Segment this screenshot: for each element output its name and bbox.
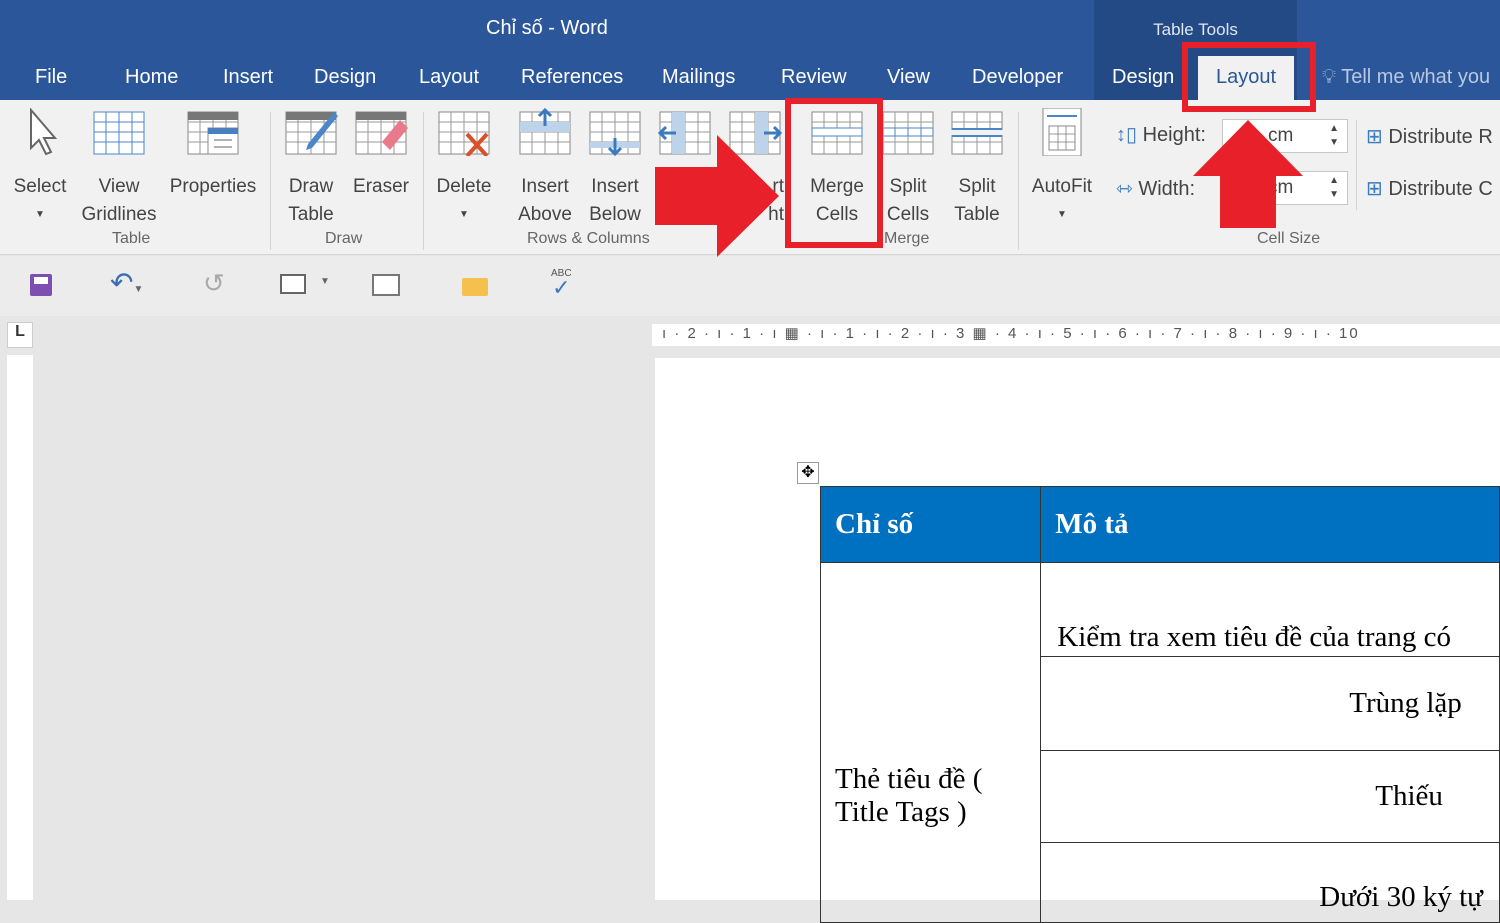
- open-folder-icon[interactable]: [462, 278, 488, 296]
- distribute-columns-icon: ⊞: [1366, 178, 1389, 200]
- table-cell[interactable]: Dưới 30 ký tự: [1040, 842, 1500, 923]
- pencil-icon: [285, 111, 338, 155]
- split-table-icon: [951, 111, 1003, 155]
- draw-table-button[interactable]: Draw Table: [280, 108, 342, 229]
- insert-above-icon: [519, 107, 571, 155]
- table-tools-label: Table Tools: [1153, 20, 1238, 39]
- tab-selector[interactable]: L: [7, 322, 33, 348]
- delete-table-icon: [438, 111, 490, 158]
- document-table: Chỉ số Mô tả Thẻ tiêu đề ( Title Tags ) Ki…: [819, 486, 1500, 923]
- tab-table-design[interactable]: Design: [1112, 66, 1174, 89]
- layout-tab-highlight: [1182, 42, 1316, 112]
- eraser-button[interactable]: Eraser: [350, 108, 412, 201]
- tab-insert[interactable]: Insert: [223, 66, 273, 89]
- tab-design[interactable]: Design: [314, 66, 376, 89]
- redo-icon[interactable]: ↺: [203, 268, 225, 299]
- header-cell-index[interactable]: Chỉ số: [819, 486, 1042, 563]
- eraser-icon: [355, 111, 408, 155]
- properties-button[interactable]: Properties: [164, 108, 262, 201]
- horizontal-ruler[interactable]: ı · 2 · ı · 1 · ı ▦ · ı · 1 · ı · 2 · ı …: [652, 324, 1500, 346]
- width-label: ⇿ Width:: [1116, 178, 1196, 200]
- insert-table-icon[interactable]: [372, 274, 400, 296]
- table-cell[interactable]: Thiếu: [1040, 750, 1500, 843]
- split-cells-button[interactable]: Split Cells: [878, 108, 938, 229]
- group-cell-size-label: Cell Size: [1257, 230, 1321, 247]
- tab-home[interactable]: Home: [125, 66, 178, 89]
- tab-file[interactable]: File: [35, 66, 67, 89]
- split-table-button[interactable]: Split Table: [946, 108, 1008, 229]
- table-cell[interactable]: Kiểm tra xem tiêu đề của trang có: [1040, 562, 1500, 657]
- select-button[interactable]: Select ▼: [8, 107, 72, 229]
- group-merge-label: Merge: [884, 230, 930, 247]
- autofit-icon: [1042, 107, 1082, 157]
- view-gridlines-button[interactable]: View Gridlines: [78, 108, 160, 229]
- table-move-handle-icon[interactable]: ✥: [797, 462, 819, 484]
- distribute-rows-icon: ⊞: [1366, 126, 1389, 148]
- insert-below-icon: [589, 111, 641, 157]
- cursor-arrow-icon: [30, 107, 58, 156]
- undo-icon[interactable]: ↶▼: [110, 266, 143, 299]
- tab-review[interactable]: Review: [781, 66, 847, 89]
- save-icon[interactable]: [30, 274, 52, 296]
- insert-above-button[interactable]: Insert Above: [512, 107, 578, 229]
- row-height-icon: ↕▯: [1116, 124, 1138, 146]
- quick-access-toolbar: ↶▼ ↺ ▼ ABC ✓: [0, 256, 1500, 316]
- tab-references[interactable]: References: [521, 66, 623, 89]
- autofit-button[interactable]: AutoFit ▼: [1026, 107, 1098, 229]
- width-spinner[interactable]: ▲ ▼: [1329, 174, 1339, 202]
- spelling-check-icon[interactable]: ABC ✓: [551, 268, 572, 299]
- tell-me-text: Tell me what you: [1341, 66, 1491, 88]
- group-draw-label: Draw: [325, 230, 363, 247]
- tab-developer[interactable]: Developer: [972, 66, 1063, 89]
- distribute-columns-button[interactable]: ⊞ Distribute C: [1366, 176, 1493, 201]
- right-arrow-annotation-icon: [655, 135, 779, 257]
- dropdown-icon[interactable]: ▼: [320, 276, 330, 287]
- row-label-cell[interactable]: Thẻ tiêu đề ( Title Tags ): [819, 562, 1042, 923]
- group-table-label: Table: [112, 230, 151, 247]
- split-cells-icon: [882, 111, 934, 155]
- tab-mailings[interactable]: Mailings: [662, 66, 735, 89]
- properties-icon: [187, 111, 239, 155]
- tab-layout[interactable]: Layout: [419, 66, 479, 89]
- header-cell-description[interactable]: Mô tả: [1040, 486, 1500, 563]
- text-box-icon[interactable]: [280, 274, 306, 294]
- insert-below-button[interactable]: Insert Below: [584, 108, 646, 229]
- column-width-icon: ⇿: [1116, 178, 1133, 200]
- tell-me-search[interactable]: 💡︎ Tell me what you: [1322, 66, 1490, 89]
- group-rows-columns-label: Rows & Columns: [527, 230, 650, 247]
- lightbulb-icon: 💡︎: [1322, 66, 1342, 88]
- merge-cells-highlight: [785, 98, 883, 248]
- table-cell[interactable]: Trùng lặp: [1040, 656, 1500, 751]
- distribute-rows-button[interactable]: ⊞ Distribute R: [1366, 124, 1493, 149]
- tab-view[interactable]: View: [887, 66, 930, 89]
- up-arrow-annotation-icon: [1193, 120, 1303, 228]
- window-title: Chỉ số - Word: [486, 17, 608, 39]
- height-spinner[interactable]: ▲ ▼: [1329, 122, 1339, 150]
- vertical-ruler[interactable]: [7, 355, 33, 900]
- delete-button[interactable]: Delete ▼: [430, 108, 498, 229]
- gridlines-icon: [93, 111, 145, 155]
